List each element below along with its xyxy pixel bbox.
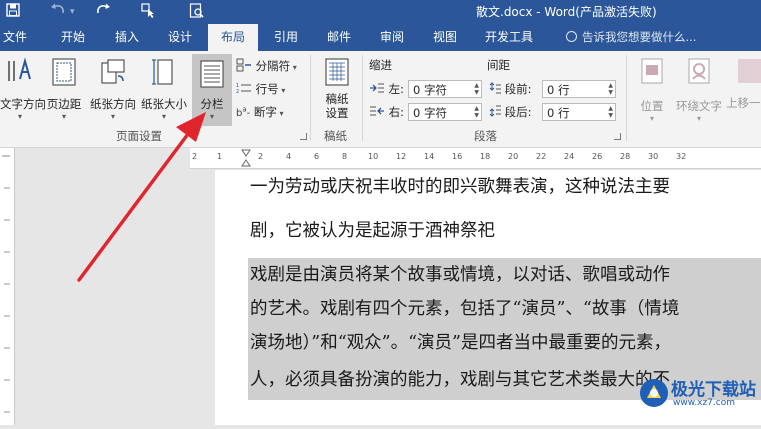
- site-watermark: 极光下载站 www.xz7.com: [637, 372, 761, 416]
- watermark-url: www.xz7.com: [673, 398, 735, 408]
- watermark-logo-icon: [640, 379, 668, 407]
- watermark-text: 极光下载站: [671, 380, 756, 400]
- annotation-arrow: [77, 112, 206, 282]
